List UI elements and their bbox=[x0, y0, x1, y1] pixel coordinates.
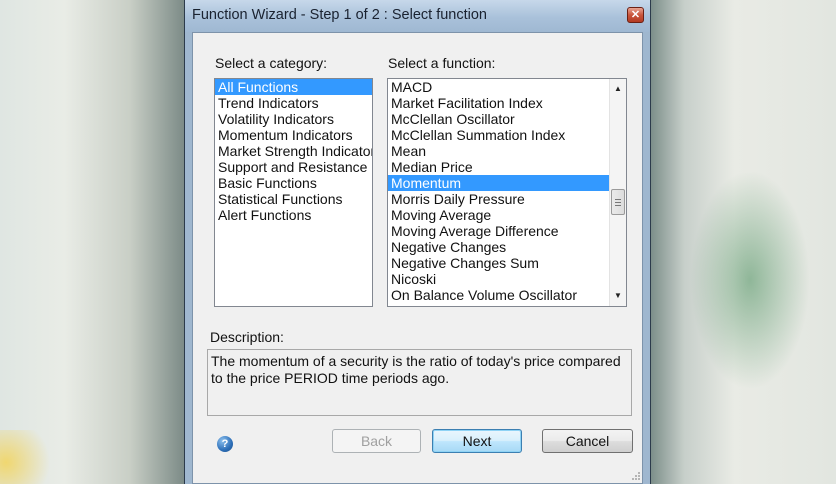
function-list-item[interactable]: MACD bbox=[388, 79, 609, 95]
function-list-item[interactable]: Nicoski bbox=[388, 271, 609, 287]
category-list-item[interactable]: Basic Functions bbox=[215, 175, 372, 191]
function-list-item[interactable]: Negative Changes bbox=[388, 239, 609, 255]
category-label: Select a category: bbox=[215, 55, 328, 71]
window-title: Function Wizard - Step 1 of 2 : Select f… bbox=[192, 7, 487, 23]
function-wizard-dialog: Function Wizard - Step 1 of 2 : Select f… bbox=[184, 0, 651, 484]
function-scrollbar[interactable]: ▲ ▼ bbox=[609, 79, 626, 306]
background-right-blob bbox=[690, 170, 810, 390]
function-label: Select a function: bbox=[388, 55, 496, 71]
description-label: Description: bbox=[210, 329, 284, 345]
function-list-item[interactable]: McClellan Summation Index bbox=[388, 127, 609, 143]
category-list-item[interactable]: All Functions bbox=[215, 79, 372, 95]
category-listbox[interactable]: All Functions Trend Indicators Volatility … bbox=[214, 78, 373, 307]
function-list-item[interactable]: Mean bbox=[388, 143, 609, 159]
next-button[interactable]: Next bbox=[432, 429, 522, 453]
function-list-item[interactable]: Momentum bbox=[388, 175, 609, 191]
help-icon[interactable]: ? bbox=[217, 436, 233, 452]
description-text: The momentum of a security is the ratio … bbox=[207, 349, 632, 416]
category-list-item[interactable]: Alert Functions bbox=[215, 207, 372, 223]
close-button[interactable]: ✕ bbox=[627, 7, 644, 23]
category-list-item[interactable]: Volatility Indicators bbox=[215, 111, 372, 127]
scroll-down-icon[interactable]: ▼ bbox=[610, 288, 626, 304]
function-list-item[interactable]: On Balance Volume Oscillator bbox=[388, 287, 609, 303]
dialog-client-area: Select a category: Select a function: Al… bbox=[192, 32, 643, 484]
scroll-up-icon[interactable]: ▲ bbox=[610, 81, 626, 97]
category-list-item[interactable]: Support and Resistance Ir bbox=[215, 159, 372, 175]
resize-grip[interactable] bbox=[631, 471, 641, 481]
function-list-item[interactable]: Negative Changes Sum bbox=[388, 255, 609, 271]
category-list-item[interactable]: Momentum Indicators bbox=[215, 127, 372, 143]
function-list-item[interactable]: Market Facilitation Index bbox=[388, 95, 609, 111]
function-list-item[interactable]: Moving Average Difference bbox=[388, 223, 609, 239]
title-bar[interactable]: Function Wizard - Step 1 of 2 : Select f… bbox=[185, 0, 650, 32]
function-list-item[interactable]: McClellan Oscillator bbox=[388, 111, 609, 127]
scroll-thumb[interactable] bbox=[611, 189, 625, 215]
category-list-item[interactable]: Statistical Functions bbox=[215, 191, 372, 207]
function-listbox[interactable]: MACD Market Facilitation Index McClellan O… bbox=[387, 78, 627, 307]
background-left-blob bbox=[0, 430, 60, 484]
cancel-button[interactable]: Cancel bbox=[542, 429, 633, 453]
category-list-item[interactable]: Trend Indicators bbox=[215, 95, 372, 111]
function-list-item[interactable]: Morris Daily Pressure bbox=[388, 191, 609, 207]
back-button[interactable]: Back bbox=[332, 429, 421, 453]
category-list-item[interactable]: Market Strength Indicators bbox=[215, 143, 372, 159]
function-list-item[interactable]: Median Price bbox=[388, 159, 609, 175]
function-list-item[interactable]: Moving Average bbox=[388, 207, 609, 223]
background-left bbox=[0, 0, 185, 484]
